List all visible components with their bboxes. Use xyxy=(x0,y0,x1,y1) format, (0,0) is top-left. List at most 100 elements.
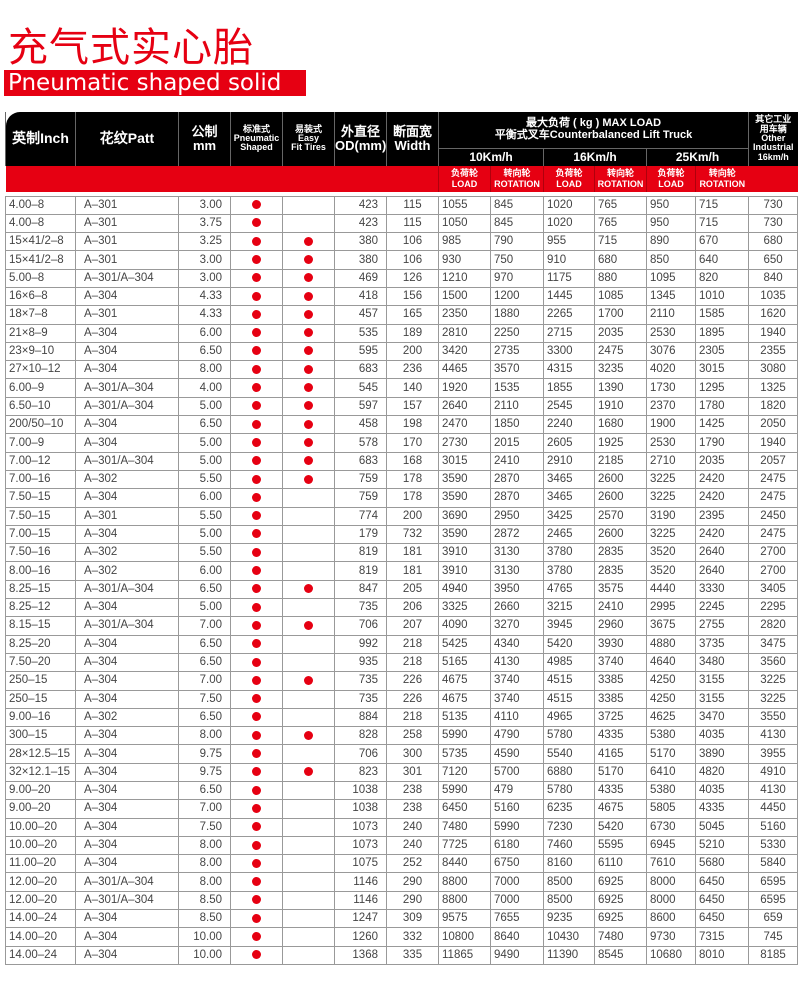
cell-rotation-10: 2250 xyxy=(490,323,544,343)
rotation-en: ROTATION xyxy=(699,178,746,189)
table-row: 6.00–9 A–301/A–304 4.00 545 140 1920 1535 1855 1… xyxy=(5,378,799,398)
cell-load-16: 3465 xyxy=(543,469,595,490)
cell-other-industrial: 4130 xyxy=(748,780,799,801)
cell-other-industrial: 2295 xyxy=(748,598,799,618)
cell-rotation-16: 2600 xyxy=(594,524,647,545)
cell-rotation-25: 3015 xyxy=(694,360,750,380)
cell-pattern: A–301/A–304 xyxy=(75,451,179,471)
cell-pattern: A–302 xyxy=(75,543,179,563)
cell-other-industrial: 3560 xyxy=(748,652,799,673)
table-row: 12.00–20 A–301/A–304 8.50 1146 290 8800 7000 85… xyxy=(5,890,799,911)
cell-rotation-10: 5990 xyxy=(490,817,544,837)
cell-pattern: A–301/A–304 xyxy=(75,890,179,911)
cell-load-10: 8800 xyxy=(438,872,491,892)
cell-od: 706 xyxy=(334,744,387,764)
easy-fit-dot-icon xyxy=(304,236,313,246)
cell-other-industrial: 3550 xyxy=(748,707,799,728)
cell-easy-fit xyxy=(282,634,335,654)
cell-od: 828 xyxy=(334,726,387,746)
cell-rotation-25: 4335 xyxy=(694,799,750,819)
cell-mm: 8.00 xyxy=(178,360,231,380)
cell-load-25: 8000 xyxy=(646,890,696,911)
table-header: 英制Inch 花纹Patt 公制 mm 标准式 Pneumatic Shaped 易装… xyxy=(5,112,798,196)
header-width: 断面宽 Width xyxy=(386,112,439,166)
cell-od: 1073 xyxy=(334,817,387,837)
cell-load-16: 955 xyxy=(543,232,595,252)
cell-inch: 12.00–20 xyxy=(5,890,76,911)
load-en: LOAD xyxy=(658,178,684,189)
cell-load-10: 985 xyxy=(438,232,491,252)
cell-width: 207 xyxy=(386,616,439,636)
pneumatic-dot-icon xyxy=(252,712,261,722)
cell-rotation-16: 6925 xyxy=(594,890,647,911)
cell-load-10: 1920 xyxy=(438,378,491,398)
subheader-rotation-16: 转向轮 ROTATION xyxy=(594,165,647,192)
cell-od: 683 xyxy=(334,360,387,380)
table-row: 18×7–8 A–301 4.33 457 165 2350 1880 2265 1700 211… xyxy=(5,305,799,325)
cell-mm: 8.00 xyxy=(178,726,231,746)
cell-mm: 3.25 xyxy=(178,232,231,252)
cell-other-industrial: 2475 xyxy=(748,524,799,545)
cell-load-25: 7610 xyxy=(646,854,696,874)
cell-od: 735 xyxy=(334,671,387,691)
cell-other-industrial: 680 xyxy=(748,232,799,252)
cell-rotation-10: 3570 xyxy=(490,360,544,380)
pneumatic-dot-icon xyxy=(252,419,261,429)
cell-mm: 5.00 xyxy=(178,451,231,471)
cell-rotation-10: 4590 xyxy=(490,744,544,764)
pneumatic-dot-icon xyxy=(252,620,261,630)
easy-fit-dot-icon xyxy=(304,474,313,484)
cell-rotation-25: 4035 xyxy=(694,726,750,746)
cell-pattern: A–304 xyxy=(75,415,179,435)
cell-other-industrial: 6595 xyxy=(748,872,799,892)
cell-load-10: 5425 xyxy=(438,634,491,654)
cell-other-industrial: 5160 xyxy=(748,817,799,837)
cell-pneumatic xyxy=(230,671,283,691)
cell-inch: 8.25–15 xyxy=(5,579,76,600)
cell-load-25: 3675 xyxy=(646,616,696,636)
cell-load-16: 2465 xyxy=(543,524,595,545)
cell-other-industrial: 2355 xyxy=(748,341,799,362)
cell-inch: 7.00–16 xyxy=(5,469,76,490)
cell-load-16: 5540 xyxy=(543,744,595,764)
cell-load-10: 5990 xyxy=(438,780,491,801)
cell-pattern: A–301 xyxy=(75,195,179,215)
cell-pattern: A–304 xyxy=(75,854,179,874)
pneumatic-dot-icon xyxy=(252,291,261,301)
cell-width: 300 xyxy=(386,744,439,764)
cell-pneumatic xyxy=(230,854,283,874)
cell-od: 1146 xyxy=(334,872,387,892)
easy-fit-dot-icon xyxy=(304,255,313,264)
cell-pattern: A–304 xyxy=(75,524,179,545)
cell-rotation-25: 1790 xyxy=(694,433,750,453)
table-row: 8.15–15 A–301/A–304 7.00 706 207 4090 3270 3945… xyxy=(5,616,799,636)
cell-pneumatic xyxy=(230,323,283,343)
cell-od: 735 xyxy=(334,689,387,709)
cell-rotation-10: 750 xyxy=(490,250,544,270)
cell-load-10: 2470 xyxy=(438,415,491,435)
cell-pattern: A–304 xyxy=(75,945,179,965)
cell-pattern: A–301/A–304 xyxy=(75,378,179,398)
cell-rotation-16: 3385 xyxy=(594,671,647,691)
pneumatic-dot-icon xyxy=(252,566,261,576)
subheader-blank xyxy=(178,165,231,192)
cell-easy-fit xyxy=(282,744,335,764)
page-title-english: Pneumatic shaped solid tyre xyxy=(4,70,306,122)
pneumatic-dot-icon xyxy=(252,694,261,704)
cell-load-25: 10680 xyxy=(646,945,696,965)
cell-load-10: 4675 xyxy=(438,671,491,691)
cell-pneumatic xyxy=(230,927,283,947)
cell-mm: 5.00 xyxy=(178,433,231,453)
cell-width: 226 xyxy=(386,689,439,709)
pneumatic-dot-icon xyxy=(252,785,261,795)
cell-inch: 16×6–8 xyxy=(5,286,76,307)
cell-load-16: 7460 xyxy=(543,835,595,856)
cell-rotation-16: 2835 xyxy=(594,561,647,581)
easy-fit-dot-icon xyxy=(304,328,313,338)
subheader-blank xyxy=(386,165,439,192)
cell-load-16: 8500 xyxy=(543,872,595,892)
cell-inch: 7.50–20 xyxy=(5,652,76,673)
cell-load-25: 4625 xyxy=(646,707,696,728)
page-title-chinese: 充气式实心胎 xyxy=(8,25,254,71)
cell-width: 140 xyxy=(386,378,439,398)
